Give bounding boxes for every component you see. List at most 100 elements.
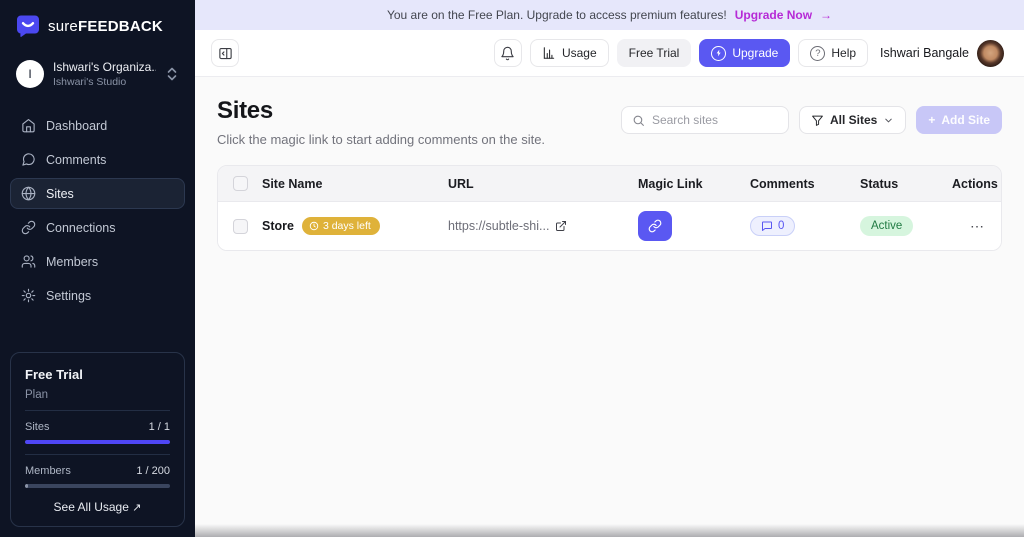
magic-link-button[interactable] [638,211,672,241]
add-site-button[interactable]: + Add Site [916,106,1002,134]
sites-table: Site Name URL Magic Link Comments Status… [217,165,1002,251]
home-icon [21,118,36,133]
row-actions-menu-button[interactable]: ⋯ [970,218,985,234]
see-all-usage-link[interactable]: See All Usage ↗ [25,500,170,514]
sidebar-item-sites[interactable]: Sites [10,178,185,209]
free-trial-badge: Free Trial [617,39,692,67]
sidebar-nav: Dashboard Comments Sites Connections Mem… [0,102,195,314]
help-button[interactable]: ? Help [798,39,868,67]
question-icon: ? [810,46,825,61]
sidebar-item-label: Connections [46,221,116,235]
progress-track [25,484,170,488]
upgrade-now-link[interactable]: Upgrade Now [735,8,812,22]
main-area: You are on the Free Plan. Upgrade to acc… [195,0,1024,537]
page-header-texts: Sites Click the magic link to start addi… [217,97,545,147]
sites-page: Sites Click the magic link to start addi… [195,77,1024,537]
sidebar-item-label: Settings [46,289,91,303]
user-avatar[interactable] [977,40,1004,67]
site-name-cell: Store 3 days left [262,217,448,235]
usage-card-title: Free Trial [25,367,170,382]
usage-metric-sites: Sites 1 / 1 [25,421,170,444]
progress-fill [25,484,28,488]
org-texts: Ishwari's Organiza... Ishwari's Studio [53,60,156,88]
trial-countdown-badge: 3 days left [302,217,380,235]
usage-metric-value: 1 / 1 [149,421,170,433]
usage-card: Free Trial Plan Sites 1 / 1 Members 1 / … [10,352,185,527]
chevron-up-down-icon [165,66,179,82]
site-url-cell: https://subtle-shi... [448,219,638,233]
brand-name: sureFEEDBACK [48,18,163,35]
org-switcher[interactable]: I Ishwari's Organiza... Ishwari's Studio [0,46,195,102]
search-sites-box [621,106,789,134]
progress-track [25,440,170,444]
surefeedback-logo-icon [16,14,40,38]
boost-icon [711,46,726,61]
column-header-magic-link: Magic Link [638,177,750,191]
page-subtitle: Click the magic link to start adding com… [217,132,545,147]
arrow-up-right-icon: ↗ [132,502,141,514]
users-icon [21,254,36,269]
chain-link-icon [648,219,662,233]
comment-icon [21,152,36,167]
sidebar-toggle-button[interactable] [211,39,239,67]
page-controls: All Sites + Add Site [621,106,1002,134]
org-subtitle: Ishwari's Studio [53,76,156,88]
sidebar-item-label: Dashboard [46,119,107,133]
banner-message: You are on the Free Plan. Upgrade to acc… [387,8,727,22]
search-icon [632,114,645,127]
sidebar-item-label: Comments [46,153,106,167]
brand-logo: sureFEEDBACK [0,0,195,46]
status-cell: Active [860,216,952,236]
bar-chart-icon [542,46,556,60]
comments-count-badge[interactable]: 0 [750,216,795,236]
filter-sites-button[interactable]: All Sites [799,106,906,134]
external-link-icon[interactable] [555,220,567,232]
sidebar: sureFEEDBACK I Ishwari's Organiza... Ish… [0,0,195,537]
comment-bubble-icon [761,220,773,232]
sidebar-item-dashboard[interactable]: Dashboard [10,110,185,141]
upgrade-button[interactable]: Upgrade [699,39,790,67]
link-icon [21,220,36,235]
sidebar-item-comments[interactable]: Comments [10,144,185,175]
sidebar-item-connections[interactable]: Connections [10,212,185,243]
plus-icon: + [928,113,935,127]
usage-button[interactable]: Usage [530,39,609,67]
arrow-right-icon: → [820,8,832,22]
topbar: Usage Free Trial Upgrade ? Help Ishwari … [195,30,1024,77]
column-header-site-name: Site Name [262,177,448,191]
app-window: sureFEEDBACK I Ishwari's Organiza... Ish… [0,0,1024,537]
sidebar-item-label: Sites [46,187,74,201]
org-avatar: I [16,60,44,88]
org-name: Ishwari's Organiza... [53,60,156,74]
site-url: https://subtle-shi... [448,219,549,233]
progress-fill [25,440,170,444]
funnel-icon [811,114,824,127]
usage-metric-value: 1 / 200 [136,465,170,477]
sidebar-item-label: Members [46,255,98,269]
column-header-url: URL [448,177,638,191]
sidebar-item-members[interactable]: Members [10,246,185,277]
globe-icon [21,186,36,201]
notifications-button[interactable] [494,39,522,67]
page-header: Sites Click the magic link to start addi… [217,97,1002,147]
panel-collapse-icon [218,46,233,61]
usage-card-plan-label: Plan [25,389,170,411]
free-plan-banner: You are on the Free Plan. Upgrade to acc… [195,0,1024,30]
usage-metric-label: Members [25,465,71,477]
comments-cell: 0 [750,216,860,236]
search-sites-input[interactable] [652,113,778,127]
status-badge: Active [860,216,913,236]
column-header-actions: Actions [952,177,1002,191]
usage-metric-members: Members 1 / 200 [25,465,170,488]
page-title: Sites [217,97,545,125]
topbar-right-group: Usage Free Trial Upgrade ? Help Ishwari … [494,39,1004,67]
actions-cell: ⋯ [952,218,1001,235]
sidebar-item-settings[interactable]: Settings [10,280,185,311]
row-checkbox[interactable] [233,219,248,234]
user-name: Ishwari Bangale [880,46,969,60]
table-header-row: Site Name URL Magic Link Comments Status… [218,166,1001,202]
site-name: Store [262,219,294,233]
chevron-down-icon [883,115,894,126]
magic-link-cell [638,211,750,241]
select-all-checkbox[interactable] [233,176,248,191]
